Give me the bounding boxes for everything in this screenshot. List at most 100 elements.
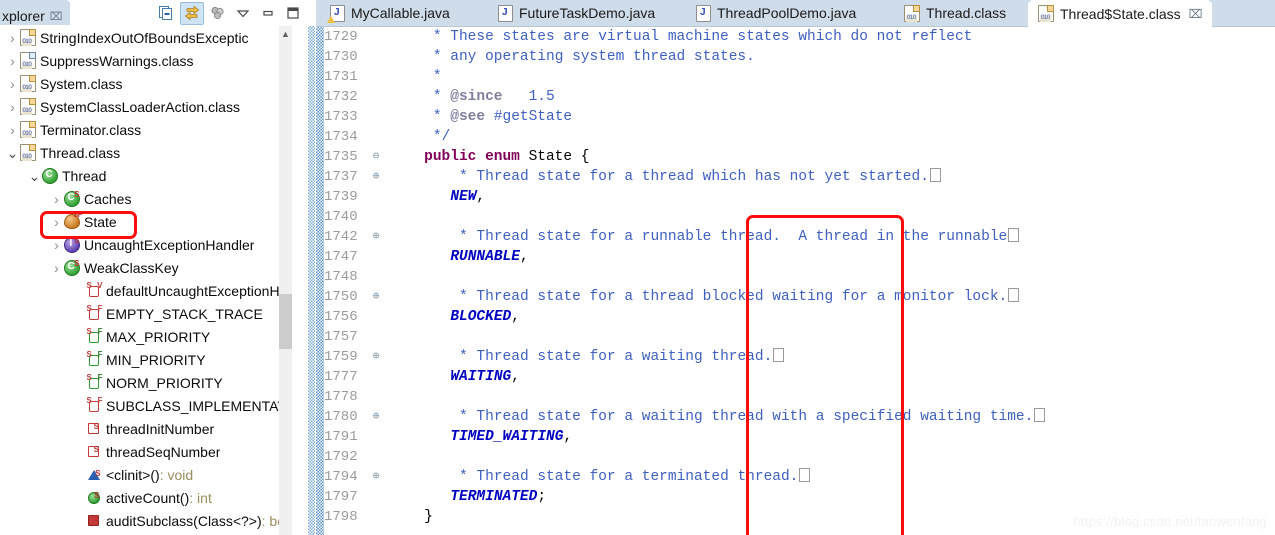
fold-collapse-icon[interactable]: ⊖ — [369, 147, 383, 167]
code-line[interactable]: 1739NEW, — [324, 187, 1275, 207]
tree-item-max-priority[interactable]: SFMAX_PRIORITY — [0, 325, 292, 348]
link-with-editor-icon[interactable] — [180, 2, 204, 25]
chevron-right-icon[interactable]: › — [6, 26, 19, 49]
code-line[interactable]: 1756BLOCKED, — [324, 307, 1275, 327]
collapsed-comment-box-icon[interactable] — [930, 168, 941, 182]
code-line[interactable]: 1791TIMED_WAITING, — [324, 427, 1275, 447]
editor-tab-thread-class[interactable]: Thread.class — [894, 0, 1016, 26]
code-line[interactable]: 1732* @since 1.5 — [324, 87, 1275, 107]
tree-item-threadseqnumber[interactable]: SthreadSeqNumber — [0, 440, 292, 463]
code-line[interactable]: 1747RUNNABLE, — [324, 247, 1275, 267]
code-line[interactable]: 1757 — [324, 327, 1275, 347]
fold-expand-icon[interactable]: ⊕ — [369, 167, 383, 187]
tree-item-thread[interactable]: ⌄Thread — [0, 164, 292, 187]
tree-item-state[interactable]: ›SFState — [0, 210, 292, 233]
fold-expand-icon[interactable]: ⊕ — [369, 347, 383, 367]
chevron-right-icon[interactable]: › — [50, 210, 63, 233]
collapsed-comment-box-icon[interactable] — [1008, 288, 1019, 302]
chevron-down-icon[interactable]: ⌄ — [28, 164, 41, 187]
tree-item-threadinitnumber[interactable]: SthreadInitNumber — [0, 417, 292, 440]
minimize-icon[interactable] — [257, 3, 279, 24]
editor-body[interactable]: 1729* These states are virtual machine s… — [316, 27, 1275, 535]
editor-tabbar[interactable]: MyCallable.java FutureTaskDemo.java Thread… — [316, 0, 1275, 27]
code-line[interactable]: 1734*/ — [324, 127, 1275, 147]
collapsed-comment-box-icon[interactable] — [799, 468, 810, 482]
chevron-right-icon[interactable]: › — [50, 233, 63, 256]
code-line[interactable]: 1735⊖public enum State { — [324, 147, 1275, 167]
code-line[interactable]: 1780⊕* Thread state for a waiting thread… — [324, 407, 1275, 427]
tree-item-min-priority[interactable]: SFMIN_PRIORITY — [0, 348, 292, 371]
code-line[interactable]: 1737⊕* Thread state for a thread which h… — [324, 167, 1275, 187]
tree-item-systemclassloaderaction-class[interactable]: ›SystemClassLoaderAction.class — [0, 95, 292, 118]
line-number: 1739 — [324, 187, 368, 207]
tree-item-uncaughtexceptionhandler[interactable]: ›SUncaughtExceptionHandler — [0, 233, 292, 256]
tree-item-defaultuncaughtexceptionh[interactable]: SVdefaultUncaughtExceptionH — [0, 279, 292, 302]
view-filters-icon[interactable] — [207, 3, 229, 24]
chevron-down-icon[interactable]: ⌄ — [6, 141, 19, 164]
chevron-right-icon[interactable]: › — [50, 187, 63, 210]
code-view[interactable]: 1729* These states are virtual machine s… — [324, 27, 1275, 535]
chevron-right-icon[interactable]: › — [6, 72, 19, 95]
tree-item-system-class[interactable]: ›System.class — [0, 72, 292, 95]
close-icon[interactable]: ⌧ — [50, 10, 63, 23]
chevron-right-icon[interactable]: › — [6, 118, 19, 141]
editor-tab-thread-state-class[interactable]: Thread$State.class⌧ — [1028, 0, 1212, 27]
tree-item-suppresswarnings-class[interactable]: ›SuppressWarnings.class — [0, 49, 292, 72]
explorer-tree[interactable]: ›StringIndexOutOfBoundsExceptic›Suppress… — [0, 26, 292, 535]
collapsed-comment-box-icon[interactable] — [1034, 408, 1045, 422]
tree-item-auditsubclass-class-[interactable]: SauditSubclass(Class<?>) : bc — [0, 509, 292, 532]
code-line[interactable]: 1778 — [324, 387, 1275, 407]
line-number: 1791 — [324, 427, 368, 447]
view-menu-icon[interactable] — [232, 3, 254, 24]
code-line[interactable]: 1729* These states are virtual machine s… — [324, 27, 1275, 47]
collapsed-comment-box-icon[interactable] — [1008, 228, 1019, 242]
tree-item-subclass-implementatic[interactable]: SFSUBCLASS_IMPLEMENTATIC — [0, 394, 292, 417]
code-line[interactable]: 1792 — [324, 447, 1275, 467]
tree-item-norm-priority[interactable]: SFNORM_PRIORITY — [0, 371, 292, 394]
code-token: WAITING — [450, 369, 511, 385]
collapse-all-icon[interactable] — [155, 3, 177, 24]
fold-expand-icon[interactable]: ⊕ — [369, 467, 383, 487]
tree-item-caches[interactable]: ›SCaches — [0, 187, 292, 210]
code-line[interactable]: 1748 — [324, 267, 1275, 287]
maximize-icon[interactable] — [282, 3, 304, 24]
editor-tab-mycallable-java[interactable]: MyCallable.java — [320, 0, 460, 26]
tree-item-terminator-class[interactable]: ›Terminator.class — [0, 118, 292, 141]
fold-expand-icon[interactable]: ⊕ — [369, 407, 383, 427]
collapsed-comment-box-icon[interactable] — [773, 348, 784, 362]
code-line[interactable]: 1794⊕* Thread state for a terminated thr… — [324, 467, 1275, 487]
code-line[interactable]: 1733* @see #getState — [324, 107, 1275, 127]
class-file-icon — [19, 29, 36, 46]
tree-item-thread-class[interactable]: ⌄Thread.class — [0, 141, 292, 164]
code-line[interactable]: 1759⊕* Thread state for a waiting thread… — [324, 347, 1275, 367]
editor-tab-futuretaskdemo-java[interactable]: FutureTaskDemo.java — [488, 0, 665, 26]
scrollbar-thumb[interactable] — [279, 294, 292, 349]
scroll-up-icon[interactable]: ▲ — [279, 26, 292, 41]
panel-sash[interactable] — [308, 26, 315, 535]
fold-expand-icon[interactable]: ⊕ — [369, 287, 383, 307]
chevron-right-icon[interactable]: › — [6, 49, 19, 72]
code-line[interactable]: 1731* — [324, 67, 1275, 87]
line-number: 1748 — [324, 267, 368, 287]
tree-item-empty-stack-trace[interactable]: SFEMPTY_STACK_TRACE — [0, 302, 292, 325]
explorer-scrollbar[interactable]: ▲ — [279, 26, 292, 535]
code-line[interactable]: 1730* any operating system thread states… — [324, 47, 1275, 67]
chevron-right-icon[interactable]: › — [6, 95, 19, 118]
code-token: NEW — [450, 189, 476, 205]
code-line[interactable]: 1777WAITING, — [324, 367, 1275, 387]
tree-item--clinit-[interactable]: S<clinit>() : void — [0, 463, 292, 486]
fold-expand-icon[interactable]: ⊕ — [369, 227, 383, 247]
editor-tab-threadpooldemo-java[interactable]: ThreadPoolDemo.java — [686, 0, 866, 26]
code-line[interactable]: 1742⊕* Thread state for a runnable threa… — [324, 227, 1275, 247]
code-line[interactable]: 1750⊕* Thread state for a thread blocked… — [324, 287, 1275, 307]
tree-item-weakclasskey[interactable]: ›SWeakClassKey — [0, 256, 292, 279]
line-number: 1797 — [324, 487, 368, 507]
tree-item-activecount-[interactable]: SactiveCount() : int — [0, 486, 292, 509]
close-icon[interactable]: ⌧ — [1189, 7, 1203, 21]
tree-item-stringindexoutofboundsexceptic[interactable]: ›StringIndexOutOfBoundsExceptic — [0, 26, 292, 49]
code-line[interactable]: 1740 — [324, 207, 1275, 227]
code-line[interactable]: 1797TERMINATED; — [324, 487, 1275, 507]
annotation-ruler[interactable] — [316, 27, 324, 535]
chevron-right-icon[interactable]: › — [50, 256, 63, 279]
static-field-icon: SV — [85, 282, 102, 299]
